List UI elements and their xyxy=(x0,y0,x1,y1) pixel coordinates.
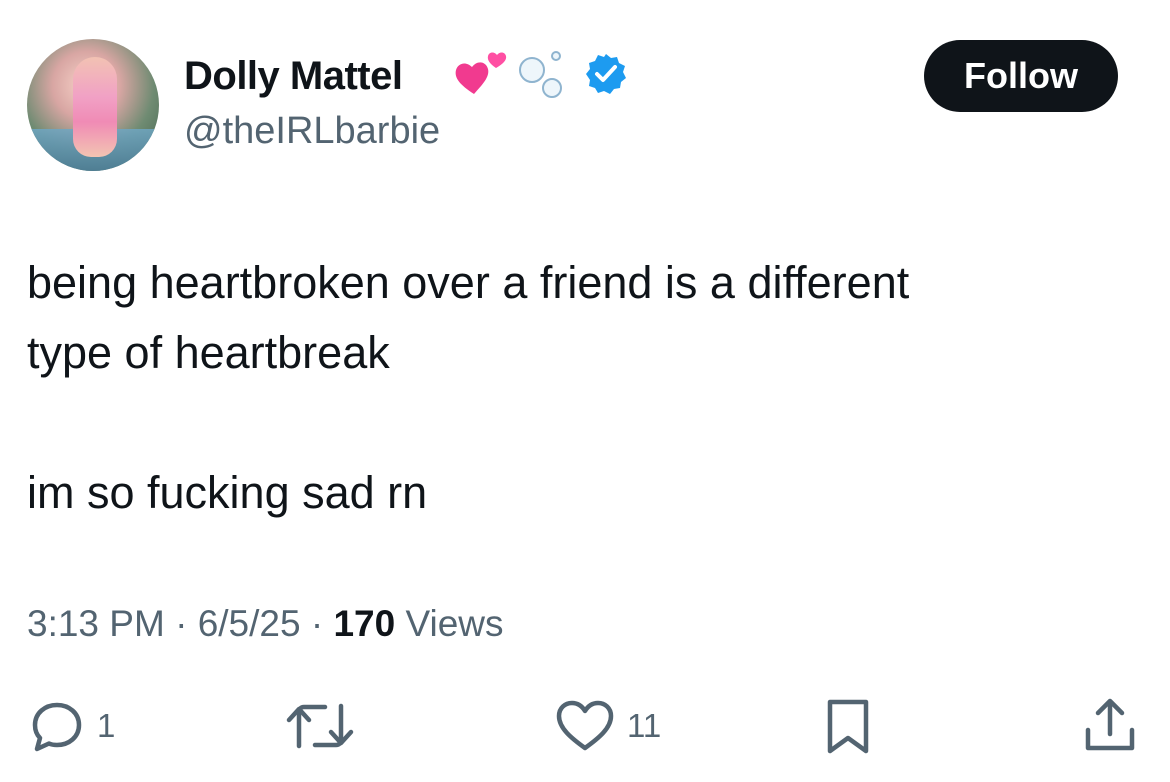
name-decorations xyxy=(455,51,626,98)
tweet-date[interactable]: 6/5/25 xyxy=(198,603,301,644)
like-icon xyxy=(556,700,614,751)
reply-button[interactable]: 1 xyxy=(27,696,115,756)
meta-separator: · xyxy=(310,603,324,644)
follow-button[interactable]: Follow xyxy=(924,40,1118,112)
retweet-button[interactable] xyxy=(285,696,365,756)
tweet-meta: 3:13 PM · 6/5/25 · 170 Views xyxy=(27,600,504,648)
tweet-time[interactable]: 3:13 PM xyxy=(27,603,165,644)
share-button[interactable] xyxy=(1080,696,1140,756)
reply-count: 1 xyxy=(97,707,116,744)
avatar[interactable] xyxy=(27,39,159,171)
views-label: Views xyxy=(405,603,504,644)
tweet-text: being heartbroken over a friend is a dif… xyxy=(27,248,1137,528)
verified-badge-icon xyxy=(586,54,626,94)
reply-icon xyxy=(32,702,82,752)
bookmark-icon xyxy=(827,699,869,754)
tweet-text-line: being heartbroken over a friend is a dif… xyxy=(27,257,910,308)
share-icon xyxy=(1085,698,1135,751)
retweet-icon xyxy=(286,703,354,749)
display-name[interactable]: Dolly Mattel xyxy=(184,50,403,102)
tweet-text-line: im so fucking sad rn xyxy=(27,467,428,518)
like-count: 11 xyxy=(627,707,662,744)
two-hearts-emoji xyxy=(455,52,507,94)
bookmark-button[interactable] xyxy=(820,696,876,756)
views-count[interactable]: 170 xyxy=(333,603,395,644)
like-button[interactable]: 11 xyxy=(553,696,661,756)
tweet-text-line: type of heartbreak xyxy=(27,327,390,378)
meta-separator: · xyxy=(175,603,188,644)
avatar-figure xyxy=(73,57,117,157)
user-handle[interactable]: @theIRLbarbie xyxy=(184,108,440,154)
bubbles-emoji xyxy=(519,51,562,98)
